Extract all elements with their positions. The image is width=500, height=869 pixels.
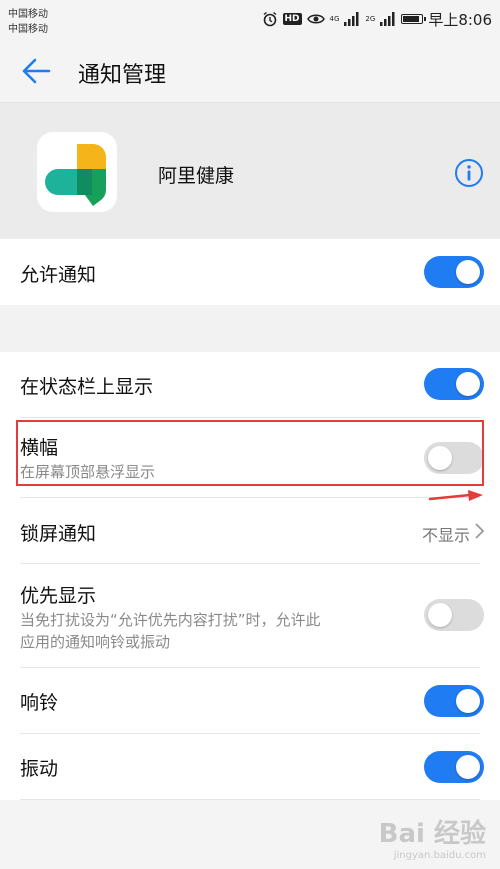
vibrate-toggle[interactable] <box>424 751 484 783</box>
back-button[interactable] <box>18 54 54 88</box>
priority-display-row[interactable]: 优先显示 当免打扰设为“允许优先内容打扰”时，允许此 应用的通知响铃或振动 <box>0 564 500 668</box>
priority-display-subtitle-1: 当免打扰设为“允许优先内容打扰”时，允许此 <box>20 611 321 629</box>
priority-display-label: 优先显示 <box>20 585 97 607</box>
status-bar-display-label: 在状态栏上显示 <box>20 376 154 398</box>
watermark: Bai 经验 jingyan.baidu.com <box>379 813 486 861</box>
vibrate-row[interactable]: 振动 <box>0 734 500 800</box>
ringtone-row[interactable]: 响铃 <box>0 668 500 734</box>
status-bar-display-toggle[interactable] <box>424 368 484 400</box>
page-title: 通知管理 <box>78 63 167 88</box>
section-gap <box>0 305 500 352</box>
status-time: 早上8:06 <box>428 10 492 29</box>
eye-comfort-icon <box>306 12 325 26</box>
lock-screen-row[interactable]: 锁屏通知 不显示 <box>0 498 500 564</box>
status-bar-display-row[interactable]: 在状态栏上显示 <box>0 352 500 418</box>
watermark-sub: jingyan.baidu.com <box>393 850 486 861</box>
app-info-button[interactable] <box>454 158 484 188</box>
carrier-label-1: 中国移动 <box>8 9 48 20</box>
banner-subtitle: 在屏幕顶部悬浮显示 <box>20 463 156 481</box>
app-bar: 通知管理 <box>0 40 500 103</box>
ringtone-toggle[interactable] <box>424 685 484 717</box>
chevron-right-icon <box>475 523 485 539</box>
signal-icon-2 <box>380 12 396 26</box>
banner-row[interactable]: 横幅 在屏幕顶部悬浮显示 <box>0 418 500 498</box>
allow-notifications-toggle[interactable] <box>424 256 484 288</box>
app-name: 阿里健康 <box>158 165 235 187</box>
info-icon <box>455 159 483 187</box>
priority-display-subtitle-2: 应用的通知响铃或振动 <box>20 633 171 651</box>
watermark-main: Bai 经验 <box>378 819 486 849</box>
network-type-2: 2G <box>365 15 376 23</box>
lock-screen-label: 锁屏通知 <box>20 523 97 545</box>
signal-icon-1 <box>344 12 360 26</box>
back-arrow-icon <box>22 58 51 84</box>
app-header: 阿里健康 <box>0 103 500 239</box>
ringtone-label: 响铃 <box>20 692 59 714</box>
divider <box>20 799 480 800</box>
network-type-1: 4G <box>329 15 340 23</box>
lock-screen-value: 不显示 <box>421 526 470 545</box>
priority-display-toggle[interactable] <box>424 599 484 631</box>
status-icons: HD 4G 2G 早上8:06 <box>262 8 492 30</box>
vibrate-label: 振动 <box>20 758 59 780</box>
allow-notifications-label: 允许通知 <box>20 264 97 286</box>
allow-notifications-row[interactable]: 允许通知 <box>0 239 500 305</box>
banner-toggle[interactable] <box>424 442 484 474</box>
status-bar: 中国移动 中国移动 HD 4G 2G 早上8:06 <box>0 0 500 40</box>
alarm-icon <box>262 11 278 27</box>
app-logo <box>37 132 117 212</box>
battery-icon <box>401 14 427 24</box>
hd-badge: HD <box>282 13 302 25</box>
banner-label: 横幅 <box>20 437 59 459</box>
carrier-label-2: 中国移动 <box>8 24 48 35</box>
